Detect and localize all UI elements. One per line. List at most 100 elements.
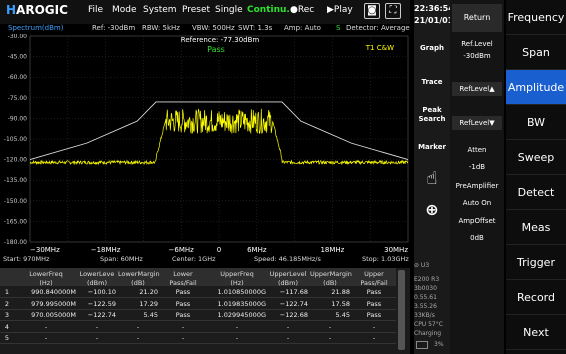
preamp-label[interactable]: PreAmplifier [452, 182, 502, 190]
table-scrollbar[interactable] [398, 270, 405, 350]
zoom-icon[interactable]: ⊕ [414, 200, 450, 219]
drag-hand-icon[interactable]: ☝ [414, 168, 450, 189]
menu-next[interactable]: Next [506, 315, 566, 350]
table-cell: - [372, 322, 376, 331]
col-header: LowerMargin (dB) [118, 268, 160, 287]
menu-sweep[interactable]: Sweep [506, 140, 566, 175]
menu-span[interactable]: Span [506, 35, 566, 70]
usb-status: ⊘ U3 [414, 262, 430, 269]
fullscreen-icon[interactable]: ⛶ [385, 3, 401, 19]
status-line5: 33KB/s [414, 312, 435, 319]
x-tick-label: 30MHz [384, 246, 408, 254]
stop-freq: Stop: 1.03GHz [362, 255, 409, 263]
ref-level-value[interactable]: -30dBm [452, 52, 502, 60]
charging-label: Charging [414, 330, 442, 337]
col-header-title: UpperFreq [220, 270, 254, 278]
table-cell: Pass [366, 299, 382, 308]
menu-record[interactable]: Record [506, 280, 566, 315]
battery-icon [416, 341, 428, 349]
table-cell: 21.88 [331, 288, 350, 296]
table-cell: 17.29 [139, 299, 158, 308]
col-header: LowerLeve (dBm) [78, 268, 116, 287]
preamp-value[interactable]: Auto On [452, 199, 502, 207]
table-cell: - [95, 322, 99, 331]
table-row[interactable]: 3 970.005000M −122.74 5.45 Pass 1.029945000G −… [0, 310, 396, 321]
menu-preset[interactable]: Preset [182, 5, 210, 15]
table-cell: 17.58 [331, 299, 350, 308]
table-cell: Pass [366, 311, 382, 319]
menu-file[interactable]: File [88, 5, 103, 15]
status-line2: 3b0030 [414, 285, 437, 292]
peak-search-line1[interactable]: Peak [414, 106, 450, 114]
table-row[interactable]: 1 990.840000M −100.10 21.20 Pass 1.010850000G… [0, 287, 396, 298]
spectrum-svg: -30.00 -45.00 -60.00 -75.00 -90.00 -105.00 -12… [4, 34, 408, 254]
table-row[interactable]: 2 979.995000M −122.59 17.29 Pass 1.019835000G… [0, 299, 396, 310]
y-tick-label: -150.00 [4, 198, 27, 205]
ref-level-label[interactable]: Ref.Level [452, 40, 502, 48]
table-cell: 1.029945000G [217, 311, 266, 319]
x-tick-label: −18MHz [91, 246, 121, 254]
plot-footer: Start: 970MHz Span: 60MHz Center: 1GHz S… [0, 254, 410, 264]
single-button[interactable]: Single [215, 5, 243, 15]
table-cell: - [95, 334, 99, 342]
spectrum-plot[interactable]: -30.00 -45.00 -60.00 -75.00 -90.00 -105.00 -12… [0, 34, 410, 254]
col-header: Lower Pass/Fail [160, 268, 206, 287]
spectrum-unit: Spectrum(dBm) [8, 24, 64, 32]
detector: Detector: Average [346, 24, 410, 32]
limit-table[interactable]: LowerFreq (Hz) LowerLeve (dBm) LowerMargin (d… [0, 268, 410, 354]
rbw: RBW: 5kHz [142, 24, 180, 32]
col-header-title: LowerLeve [79, 270, 115, 278]
table-row[interactable]: 5 - - - - - - - - [0, 333, 396, 344]
ref-level-up-button[interactable]: RefLevel▲ [452, 82, 502, 96]
continuous-button[interactable]: Continu. [247, 5, 290, 15]
sweep-speed: Speed: 46.185MHz/s [254, 255, 321, 263]
col-header-unit: (Hz) [230, 279, 244, 287]
status-line4: 3.55.26 [414, 303, 437, 310]
x-tick-label: 18MHz [320, 246, 344, 254]
table-cell: 4 [4, 322, 10, 331]
table-cell: −100.10 [87, 288, 116, 296]
menu-bw[interactable]: BW [506, 105, 566, 140]
col-header-unit: (dBm) [87, 279, 107, 287]
table-cell: 1 [4, 288, 10, 296]
main-menu: Frequency Span Amplitude BW Sweep Detect Meas T… [506, 0, 566, 354]
atten-label[interactable]: Atten [452, 146, 502, 154]
menu-amplitude[interactable]: Amplitude [506, 70, 566, 105]
menu-detect[interactable]: Detect [506, 175, 566, 210]
col-header: UpperMargin (dB) [310, 268, 352, 287]
peak-search-line2[interactable]: Search [414, 115, 450, 123]
table-cell: 1.010850000G [217, 288, 266, 296]
table-cell: −122.74 [279, 299, 308, 308]
table-cell: - [44, 334, 48, 342]
table-cell: - [328, 322, 332, 331]
col-header: UpperLevel (dBm) [268, 268, 308, 287]
table-cell: 990.840000M [31, 288, 76, 296]
atten-value[interactable]: -1dB [452, 163, 502, 171]
table-cell: - [235, 334, 239, 342]
return-button[interactable]: Return [452, 4, 502, 32]
menu-mode[interactable]: Mode [112, 5, 137, 15]
col-header-unit: Pass/Fail [360, 279, 388, 287]
ref-level-down-button[interactable]: RefLevel▼ [452, 116, 502, 130]
menu-meas[interactable]: Meas [506, 210, 566, 245]
trace-button[interactable]: Trace [414, 78, 450, 86]
graph-button[interactable]: Graph [414, 44, 450, 52]
camera-icon[interactable]: ◙ [364, 3, 380, 19]
menu-system[interactable]: System [143, 5, 177, 15]
x-tick-label: −30MHz [30, 246, 60, 254]
record-button[interactable]: ●Rec [290, 5, 314, 15]
menu-frequency[interactable]: Frequency [506, 0, 566, 35]
play-button[interactable]: ▶Play [327, 5, 353, 15]
table-cell: - [181, 322, 185, 331]
amp-offset-value[interactable]: 0dB [452, 234, 502, 242]
amp-offset-label[interactable]: AmpOffset [452, 217, 502, 225]
table-cell: - [286, 322, 290, 331]
trace-label: T1 C&W [365, 44, 394, 52]
table-cell: 2 [4, 299, 10, 308]
table-header: LowerFreq (Hz) LowerLeve (dBm) LowerMargin (d… [0, 268, 396, 287]
marker-button[interactable]: Marker [414, 143, 450, 151]
menu-trigger[interactable]: Trigger [506, 245, 566, 280]
table-cell: 21.20 [139, 288, 158, 296]
center-freq: Center: 1GHz [172, 255, 216, 263]
table-row[interactable]: 4 - - - - - - - - [0, 322, 396, 333]
